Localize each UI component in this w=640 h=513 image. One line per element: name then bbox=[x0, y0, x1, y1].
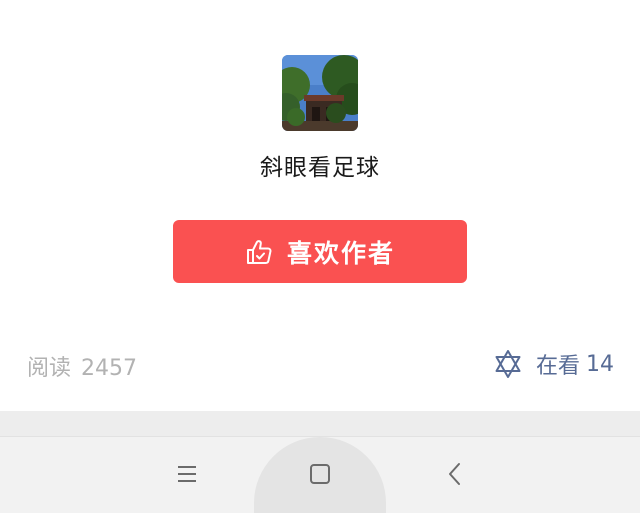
reads-value: 2457 bbox=[81, 356, 138, 381]
back-chevron-icon[interactable] bbox=[444, 462, 466, 486]
system-nav-bar bbox=[0, 436, 640, 513]
thumbs-up-icon bbox=[245, 238, 273, 266]
watching-button[interactable]: 在看 14 bbox=[492, 348, 614, 380]
like-author-label: 喜欢作者 bbox=[286, 238, 395, 268]
reads-label: 阅读 bbox=[27, 356, 72, 381]
author-avatar[interactable] bbox=[282, 55, 358, 131]
star-of-david-icon bbox=[492, 348, 524, 380]
watching-value: 14 bbox=[586, 351, 614, 377]
read-count: 阅读 2457 bbox=[27, 350, 137, 382]
menu-icon[interactable] bbox=[176, 463, 198, 485]
section-divider bbox=[0, 411, 640, 436]
article-footer: 斜眼看足球 喜欢作者 阅读 2457 在看 14 bbox=[0, 0, 640, 513]
landscape-photo-avatar bbox=[282, 55, 358, 131]
home-square-icon[interactable] bbox=[309, 463, 331, 485]
author-name[interactable]: 斜眼看足球 bbox=[0, 148, 640, 182]
like-author-button[interactable]: 喜欢作者 bbox=[173, 220, 467, 283]
watching-label: 在看 bbox=[535, 354, 580, 379]
